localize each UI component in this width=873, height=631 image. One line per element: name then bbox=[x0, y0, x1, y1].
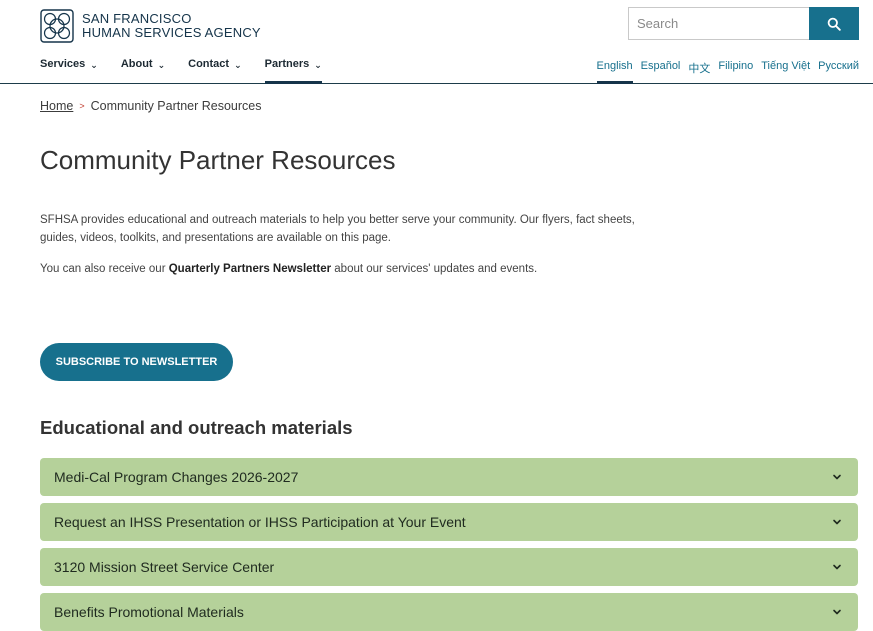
accordion-item[interactable]: Benefits Promotional Materials bbox=[40, 593, 858, 631]
chevron-down-icon bbox=[833, 474, 841, 480]
nav-about-label: About bbox=[120, 58, 153, 70]
chevron-down-icon bbox=[833, 564, 841, 570]
page-title: Community Partner Resources bbox=[40, 145, 396, 175]
logo-icon bbox=[40, 9, 74, 43]
logo-line-1: SAN FRANCISCO bbox=[82, 11, 192, 26]
search-button[interactable] bbox=[809, 7, 859, 40]
chevron-down-icon: ⌄ bbox=[90, 60, 98, 70]
lang-english[interactable]: English bbox=[596, 60, 633, 84]
search-icon bbox=[827, 17, 841, 31]
breadcrumb-current: Community Partner Resources bbox=[90, 99, 262, 113]
language-switcher: English Español 中文 Filipino Tiếng Việt Р… bbox=[589, 60, 859, 84]
accordion-label: Medi-Cal Program Changes 2026-2027 bbox=[54, 469, 299, 485]
nav-services[interactable]: Services ⌄ bbox=[40, 58, 98, 84]
nav-contact[interactable]: Contact ⌄ bbox=[188, 58, 242, 84]
nav-partners-label: Partners bbox=[264, 58, 310, 70]
logo-line-2: HUMAN SERVICES AGENCY bbox=[82, 25, 261, 40]
search-input[interactable] bbox=[628, 7, 809, 40]
main-nav: Services ⌄ About ⌄ Contact ⌄ Partners ⌄ bbox=[40, 58, 345, 84]
chevron-down-icon: ⌄ bbox=[157, 60, 166, 70]
chevron-down-icon: ⌄ bbox=[314, 60, 322, 70]
lang-chinese[interactable]: 中文 bbox=[688, 60, 710, 84]
agency-logo[interactable]: SAN FRANCISCO HUMAN SERVICES AGENCY bbox=[40, 9, 261, 43]
accordion-item[interactable]: 3120 Mission Street Service Center bbox=[40, 548, 858, 586]
accordion-item[interactable]: Medi-Cal Program Changes 2026-2027 bbox=[40, 458, 858, 496]
newsletter-name: Quarterly Partners Newsletter bbox=[168, 263, 332, 275]
chevron-down-icon bbox=[833, 519, 841, 525]
nav-contact-label: Contact bbox=[188, 58, 230, 70]
nav-partners[interactable]: Partners ⌄ bbox=[264, 58, 322, 84]
accordion-label: Request an IHSS Presentation or IHSS Par… bbox=[54, 514, 466, 530]
subscribe-newsletter-button[interactable]: SUBSCRIBE TO NEWSLETTER bbox=[40, 343, 233, 381]
nav-services-label: Services bbox=[40, 58, 86, 70]
intro-paragraph: SFHSA provides educational and outreach … bbox=[40, 214, 635, 244]
lang-filipino[interactable]: Filipino bbox=[718, 60, 753, 84]
chevron-down-icon: ⌄ bbox=[234, 60, 242, 70]
newsletter-paragraph: You can also receive our Quarterly Partn… bbox=[40, 260, 740, 278]
newsletter-suffix: about our services' updates and events. bbox=[331, 263, 538, 275]
section-title: Educational and outreach materials bbox=[40, 417, 353, 438]
breadcrumb-home-link[interactable]: Home bbox=[40, 99, 73, 113]
search-bar bbox=[628, 7, 859, 40]
nav-about[interactable]: About ⌄ bbox=[121, 58, 165, 84]
breadcrumb: Home > Community Partner Resources bbox=[40, 99, 262, 113]
accordion-label: 3120 Mission Street Service Center bbox=[54, 559, 275, 575]
lang-russian[interactable]: Русский bbox=[818, 60, 859, 84]
accordion-label: Benefits Promotional Materials bbox=[54, 604, 244, 620]
newsletter-prefix: You can also receive our bbox=[40, 263, 169, 275]
accordion-item[interactable]: Request an IHSS Presentation or IHSS Par… bbox=[40, 503, 858, 541]
lang-espanol[interactable]: Español bbox=[641, 60, 681, 84]
logo-wordmark: SAN FRANCISCO HUMAN SERVICES AGENCY bbox=[82, 12, 261, 40]
chevron-down-icon bbox=[833, 609, 841, 615]
breadcrumb-separator: > bbox=[79, 101, 85, 111]
site-header: SAN FRANCISCO HUMAN SERVICES AGENCY Serv… bbox=[0, 0, 873, 84]
lang-vietnamese[interactable]: Tiếng Việt bbox=[761, 60, 810, 84]
